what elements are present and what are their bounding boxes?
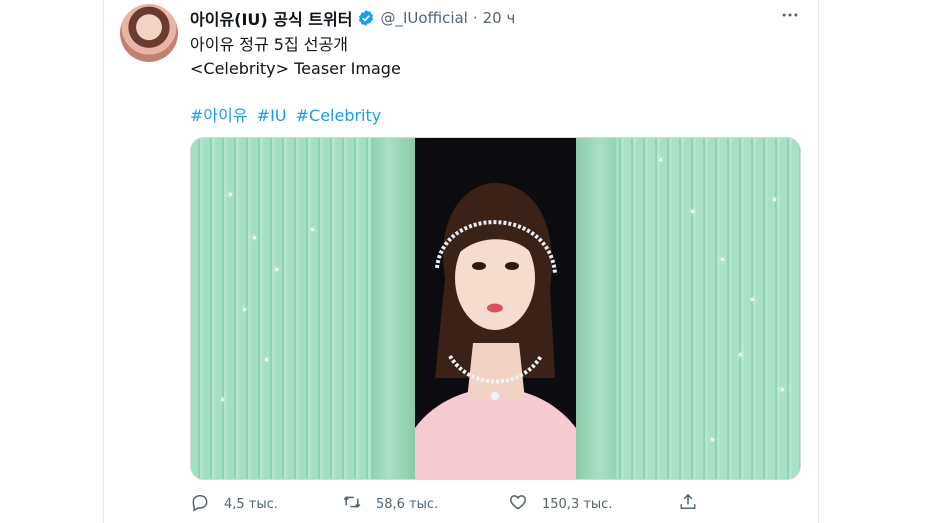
display-name[interactable]: 아이유(IU) 공식 트위터 [190,6,352,30]
tweet-timestamp[interactable]: 20 ч [483,9,516,27]
reply-count: 4,5 тыс. [224,496,278,512]
sparkle [751,298,754,301]
sparkle [691,210,694,213]
tweet-actions-bar: 4,5 тыс. 58,6 тыс. 150,3 тыс. [190,492,710,516]
timeline-right-border [818,0,819,523]
mint-door-right-edge [576,138,616,479]
sparkle [721,258,724,261]
user-handle[interactable]: @_IUofficial [380,9,467,27]
retweet-count: 58,6 тыс. [376,496,439,512]
hashtag-link[interactable]: #IU [257,106,287,125]
tweet-text: 아이유 정규 5집 선공개 <Celebrity> Teaser Image [190,33,401,81]
reply-button[interactable]: 4,5 тыс. [190,492,278,516]
tweet-text-line: <Celebrity> Teaser Image [190,59,401,78]
portrait-illustration [415,138,576,479]
hashtag-link[interactable]: #아이유 [190,106,248,125]
sparkle [229,193,232,196]
doorway-portrait [415,138,576,479]
avatar[interactable] [120,4,178,62]
hashtag-list: #아이유 #IU #Celebrity [190,102,385,126]
like-icon [508,492,528,516]
sparkle [659,158,662,161]
timeline-left-border [103,0,104,523]
sparkle [781,388,784,391]
verified-badge-icon [357,9,375,27]
tweet-header: 아이유(IU) 공식 트위터 @_IUofficial · 20 ч [190,6,515,30]
sparkle [243,308,246,311]
sparkle [253,236,256,239]
like-count: 150,3 тыс. [542,496,613,512]
mint-door-left-edge [371,138,415,479]
tweet-text-line: 아이유 정규 5집 선공개 [190,35,348,54]
retweet-icon [342,492,362,516]
sparkle [221,398,224,401]
sparkle [711,438,714,441]
retweet-button[interactable]: 58,6 тыс. [342,492,438,516]
share-icon [678,492,698,516]
sparkle [275,268,278,271]
sparkle [311,228,314,231]
like-button[interactable]: 150,3 тыс. [508,492,612,516]
hashtag-link[interactable]: #Celebrity [296,106,382,125]
share-button[interactable] [678,492,698,516]
sparkle [739,353,742,356]
reply-icon [190,492,210,516]
more-icon[interactable] [778,5,802,25]
tweet-media-image[interactable] [190,137,801,480]
sparkle [773,198,776,201]
separator-dot: · [472,9,478,27]
sparkle [265,358,268,361]
